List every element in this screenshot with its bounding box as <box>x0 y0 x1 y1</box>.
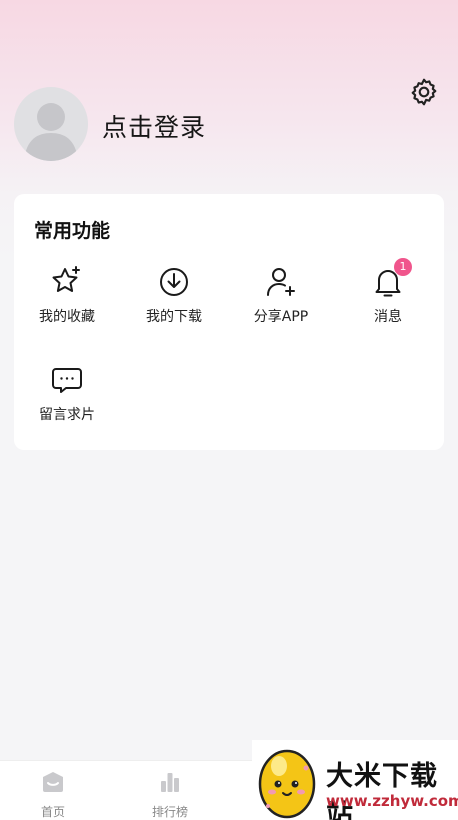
common-functions-card: 常用功能 我的收藏 我的下载 分享APP 1 消息 留言求片 <box>14 194 444 450</box>
messages-label: 消息 <box>374 309 402 325</box>
favorites-item[interactable]: 我的收藏 <box>14 264 120 326</box>
messages-item[interactable]: 1 消息 <box>335 258 441 326</box>
login-link[interactable]: 点击登录 <box>102 108 206 144</box>
downloads-item[interactable]: 我的下载 <box>121 264 227 326</box>
home-icon <box>43 772 63 792</box>
share-app-label: 分享APP <box>253 309 309 325</box>
watermark: 大米下载站 www.zzhyw.com <box>252 740 458 820</box>
avatar[interactable] <box>14 87 88 161</box>
share-app-item[interactable]: 分享APP <box>228 264 334 326</box>
chat-icon <box>52 368 82 393</box>
watermark-url: www.zzhyw.com <box>326 792 458 810</box>
mascot-logo-icon <box>258 749 316 819</box>
downloads-label: 我的下载 <box>146 309 202 325</box>
request-movie-item[interactable]: 留言求片 <box>14 362 120 424</box>
tab-ranking[interactable]: 排行榜 <box>130 769 210 820</box>
request-movie-label: 留言求片 <box>39 407 95 423</box>
download-icon <box>160 268 188 296</box>
section-title: 常用功能 <box>34 220 111 242</box>
user-avatar-icon <box>24 103 78 161</box>
favorites-label: 我的收藏 <box>39 309 95 325</box>
star-icon <box>52 266 80 292</box>
bar-chart-icon <box>161 773 179 792</box>
watermark-title: 大米下载站 <box>326 761 438 820</box>
message-count-badge: 1 <box>394 258 412 276</box>
tab-home-label: 首页 <box>40 805 65 819</box>
tab-home[interactable]: 首页 <box>13 769 93 820</box>
settings-button[interactable] <box>408 76 440 108</box>
add-user-icon <box>267 268 295 296</box>
tab-ranking-label: 排行榜 <box>151 805 188 819</box>
gear-icon <box>411 78 437 106</box>
